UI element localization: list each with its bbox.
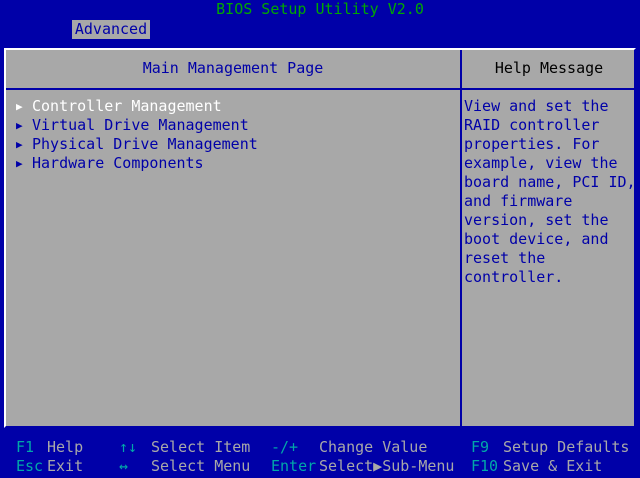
- key-f9-desc: Setup Defaults: [503, 438, 630, 456]
- help-line: RAID controller: [464, 116, 600, 134]
- key-f10: F10: [471, 457, 499, 475]
- submenu-arrow-icon: ▶: [16, 157, 23, 170]
- menu-item-label: Physical Drive Management: [32, 135, 258, 153]
- menu-item-hardware-components[interactable]: ▶ Hardware Components: [16, 154, 258, 173]
- menu-list: ▶ Controller Management ▶ Virtual Drive Ma…: [16, 97, 258, 173]
- key-left-right-desc: Select Menu: [151, 457, 251, 475]
- key-f1-desc: Help: [47, 438, 84, 456]
- key-f9: F9: [471, 438, 490, 456]
- main-panel: Main Management Page Help Message ▶ Contr…: [4, 48, 636, 428]
- help-line: View and set the: [464, 97, 609, 115]
- help-line: properties. For: [464, 135, 600, 153]
- help-line: example, view the: [464, 154, 618, 172]
- menu-item-controller-management[interactable]: ▶ Controller Management: [16, 97, 258, 116]
- help-line: controller.: [464, 268, 564, 286]
- key-f10-desc: Save & Exit: [503, 457, 603, 475]
- menu-item-label: Controller Management: [32, 97, 222, 115]
- menu-item-label: Hardware Components: [32, 154, 204, 172]
- header-divider: [6, 88, 460, 90]
- key-enter-desc: Select▶Sub-Menu: [319, 457, 455, 475]
- column-divider: [460, 50, 462, 426]
- key-minus-plus-desc: Change Value: [319, 438, 428, 456]
- help-heading: Help Message: [494, 59, 604, 77]
- help-header-divider: [462, 88, 636, 90]
- menu-item-virtual-drive-management[interactable]: ▶ Virtual Drive Management: [16, 116, 258, 135]
- help-line: reset the: [464, 249, 546, 267]
- help-line: boot device, and: [464, 230, 609, 248]
- key-f1: F1: [16, 438, 35, 456]
- help-message: View and set the RAID controller propert…: [464, 97, 636, 287]
- key-up-down-icon: ↑↓: [119, 438, 138, 456]
- window-title: BIOS Setup Utility V2.0: [216, 0, 424, 18]
- help-line: board name, PCI ID,: [464, 173, 636, 191]
- key-minus-plus: -/+: [271, 438, 299, 456]
- key-up-down-desc: Select Item: [151, 438, 251, 456]
- key-esc-desc: Exit: [47, 457, 84, 475]
- menu-item-label: Virtual Drive Management: [32, 116, 249, 134]
- help-line: and firmware: [464, 192, 573, 210]
- submenu-arrow-icon: ▶: [16, 138, 23, 151]
- menu-item-physical-drive-management[interactable]: ▶ Physical Drive Management: [16, 135, 258, 154]
- main-heading: Main Management Page: [142, 59, 324, 77]
- submenu-arrow-icon: ▶: [16, 119, 23, 132]
- key-help-bar: F1 Help ↑↓ Select Item -/+ Change Value …: [0, 438, 640, 478]
- tab-advanced[interactable]: Advanced: [72, 20, 150, 39]
- key-left-right-icon: ↔: [119, 457, 129, 475]
- key-enter: Enter: [271, 457, 317, 475]
- help-line: version, set the: [464, 211, 609, 229]
- submenu-arrow-icon: ▶: [16, 100, 23, 113]
- key-esc: Esc: [16, 457, 44, 475]
